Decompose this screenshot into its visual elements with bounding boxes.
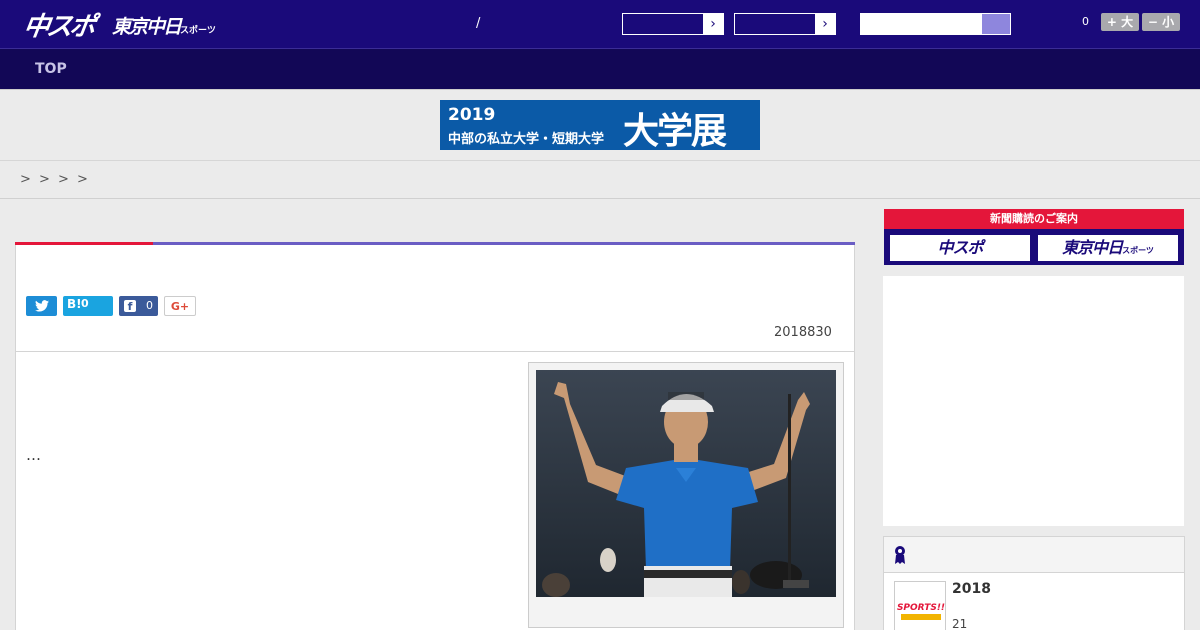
- section-select-1[interactable]: ›: [622, 13, 724, 35]
- article-photo[interactable]: [536, 370, 836, 597]
- article-date: 2018830: [774, 325, 832, 340]
- chevron-right-icon: ›: [703, 14, 723, 34]
- subscription-header: 新聞購読のご案内: [884, 209, 1184, 229]
- ranking-item-title[interactable]: 2018: [952, 581, 991, 597]
- university-fair-banner[interactable]: 2019 中部の私立大学・短期大学 大学展: [440, 100, 760, 152]
- ranking-thumbnail[interactable]: SPORTS!!: [894, 581, 946, 630]
- article-divider: [15, 351, 855, 352]
- ribbon-icon: [895, 546, 905, 564]
- facebook-icon: f: [124, 300, 136, 313]
- tokyo-logo-small: スポーツ: [180, 26, 216, 36]
- breadcrumb-separator: >: [58, 172, 69, 187]
- banner-subtitle: 中部の私立大学・短期大学: [448, 132, 605, 147]
- font-size-counter: 0: [1082, 15, 1089, 28]
- google-plus-icon: G+: [170, 300, 190, 313]
- facebook-share-button[interactable]: f 0: [119, 296, 158, 316]
- section-select-2[interactable]: ›: [734, 13, 836, 35]
- nav-item-top[interactable]: TOP: [35, 61, 67, 77]
- tokyo-chunichi-logo[interactable]: 東京中日スポーツ: [112, 12, 216, 39]
- article-accent-red: [15, 242, 153, 245]
- site-header: 中スポ 東京中日スポーツ / › › 0 + 大 − 小: [0, 0, 1200, 48]
- breadcrumb-separator: >: [77, 172, 88, 187]
- chuspo-logo[interactable]: 中スポ: [21, 6, 95, 43]
- tokyo-subscribe-small: スポーツ: [1122, 246, 1154, 255]
- hatena-bookmark-button[interactable]: B! 0: [63, 296, 113, 316]
- facebook-count: 0: [146, 299, 153, 312]
- font-larger-button[interactable]: + 大: [1101, 13, 1139, 31]
- hatena-count: 0: [81, 297, 89, 310]
- thumbnail-text: SPORTS!!: [897, 603, 945, 613]
- golfer-celebrating-image: [536, 370, 836, 597]
- font-smaller-button[interactable]: − 小: [1142, 13, 1180, 31]
- tokyo-logo-text: 東京中日: [112, 16, 182, 38]
- ranking-box: SPORTS!! 2018 21: [883, 536, 1185, 630]
- banner-title: 大学展: [623, 111, 727, 152]
- breadcrumb: > > > >: [0, 161, 1200, 199]
- twitter-icon: [34, 300, 49, 312]
- google-plus-button[interactable]: G+: [164, 296, 196, 316]
- sidebar-ad[interactable]: [883, 276, 1184, 526]
- main-nav: TOP: [0, 48, 1200, 89]
- chuspo-subscribe-button[interactable]: 中スポ: [888, 233, 1032, 263]
- banner-area: 2019 中部の私立大学・短期大学 大学展: [0, 89, 1200, 161]
- tokyo-subscribe-text: 東京中日: [1062, 238, 1123, 257]
- subscription-banner[interactable]: 新聞購読のご案内 中スポ 東京中日スポーツ: [884, 209, 1184, 265]
- article-accent-line: [15, 242, 855, 245]
- hatena-icon: B!: [67, 297, 82, 311]
- twitter-share-button[interactable]: [26, 296, 57, 316]
- search-input[interactable]: [860, 13, 984, 35]
- tokyo-chunichi-subscribe-button[interactable]: 東京中日スポーツ: [1036, 233, 1180, 263]
- banner-year: 2019: [448, 105, 496, 125]
- ranking-header: [884, 537, 1184, 573]
- breadcrumb-separator: >: [20, 172, 31, 187]
- search-button[interactable]: [982, 13, 1011, 35]
- sports-kansai-thumbnail: SPORTS!!: [895, 582, 945, 630]
- breadcrumb-separator: >: [39, 172, 50, 187]
- header-separator: /: [476, 16, 481, 31]
- chevron-right-icon: ›: [815, 14, 835, 34]
- ranking-item-subtitle: 21: [952, 617, 968, 630]
- article-excerpt: …: [26, 446, 41, 464]
